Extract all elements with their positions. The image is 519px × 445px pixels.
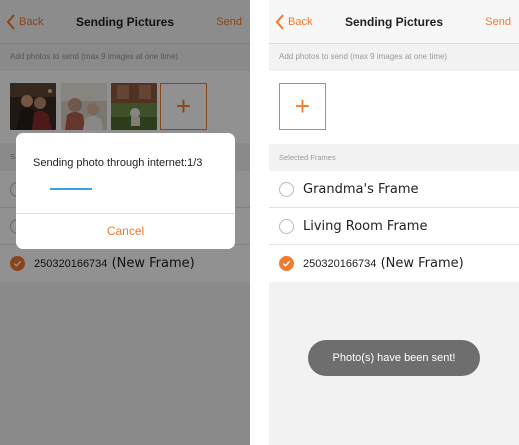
- sending-dialog: Sending photo through internet:1/3 Cance…: [16, 133, 235, 249]
- frame-row-new-frame[interactable]: 250320166734 (New Frame): [269, 245, 519, 282]
- radio-unchecked-icon: [279, 218, 294, 234]
- left-screen: Back Sending Pictures Send Add photos to…: [0, 0, 250, 445]
- navigation-bar: Back Sending Pictures Send: [269, 0, 519, 44]
- frame-name: Living Room Frame: [303, 218, 428, 234]
- frame-name: (New Frame): [380, 256, 464, 271]
- frame-list: Grandma's Frame Living Room Frame 250320…: [269, 171, 519, 282]
- chevron-left-icon: [275, 14, 284, 30]
- radio-unchecked-icon: [279, 181, 294, 197]
- back-label: Back: [288, 16, 313, 28]
- send-button[interactable]: Send: [485, 16, 511, 28]
- sending-message: Sending photo through internet:1/3: [33, 157, 203, 169]
- cancel-button[interactable]: Cancel: [16, 214, 235, 249]
- add-photo-button[interactable]: +: [279, 83, 326, 130]
- frame-row-living-room-frame[interactable]: Living Room Frame: [269, 208, 519, 245]
- back-button[interactable]: Back: [275, 13, 312, 31]
- plus-icon: +: [294, 90, 311, 121]
- frame-id: 250320166734: [303, 258, 377, 270]
- progress-bar: [50, 188, 92, 190]
- right-screen: Back Sending Pictures Send Add photos to…: [269, 0, 519, 445]
- add-photos-hint: Add photos to send (max 9 images at one …: [279, 52, 448, 61]
- radio-checked-icon: [279, 256, 294, 271]
- section-label: Selected Frames: [279, 153, 336, 162]
- frame-name: Grandma's Frame: [303, 181, 419, 197]
- checkmark-icon: [282, 260, 291, 267]
- frame-row-grandmas-frame[interactable]: Grandma's Frame: [269, 171, 519, 208]
- photo-strip: +: [269, 71, 519, 144]
- sent-toast: Photo(s) have been sent!: [308, 340, 480, 376]
